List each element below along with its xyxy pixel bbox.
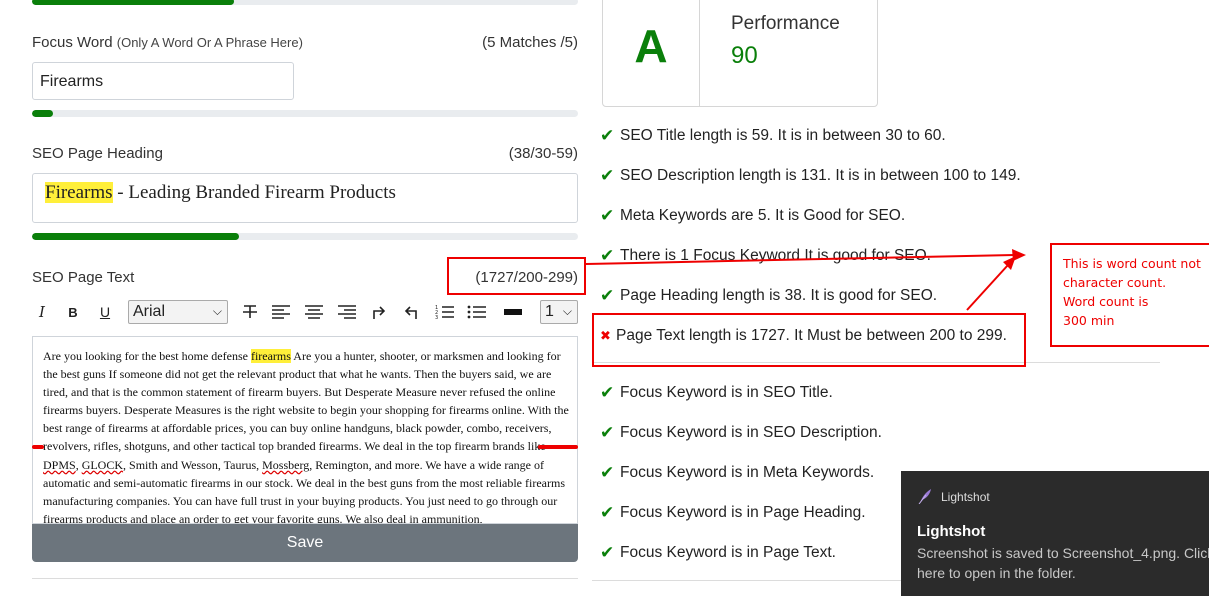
notification-message: Screenshot is saved to Screenshot_4.png.… [917,543,1209,583]
lightshot-notification[interactable]: Lightshot Lightshot Screenshot is saved … [901,471,1209,596]
arrow-line-to-check [966,264,1009,311]
feather-icon [918,489,931,504]
annotation-note: This is word count not character count. … [1050,243,1209,347]
annotation-line: This is word count not [1063,256,1201,271]
arrow-line-to-counter [585,254,1015,265]
annotation-line: character count. [1063,275,1167,290]
notification-message-line: here to open in the folder. [917,565,1076,581]
annotation-line: Word count is [1063,294,1149,309]
notification-app-name: Lightshot [941,490,990,504]
annotation-line: 300 min [1063,313,1115,328]
notification-message-line: Screenshot is saved to Screenshot_4.png.… [917,545,1209,561]
notification-title: Lightshot [917,523,986,540]
